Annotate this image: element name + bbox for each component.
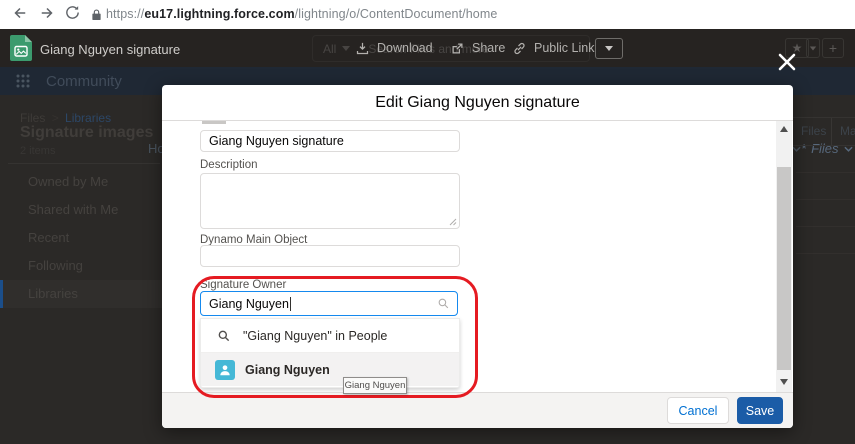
- download-button[interactable]: Download: [355, 29, 433, 67]
- selected-indicator: [0, 280, 3, 308]
- address-bar[interactable]: https://eu17.lightning.force.com/lightni…: [106, 7, 497, 21]
- dynamo-main-object-input[interactable]: [200, 245, 460, 267]
- app-launcher-waffle-icon[interactable]: [16, 74, 30, 88]
- owner-tooltip: Giang Nguyen: [343, 377, 407, 394]
- search-scope-label: All: [323, 41, 337, 56]
- breadcrumb: Files > Libraries: [20, 111, 111, 125]
- sidebar-divider: [8, 163, 160, 164]
- chevron-down-icon: [843, 146, 853, 152]
- url-scheme: https://: [106, 7, 145, 21]
- bg-tab-clipped[interactable]: Ma: [840, 124, 855, 138]
- table-row-line: [796, 253, 855, 254]
- tab-divider: [831, 118, 832, 145]
- file-preview-header: Giang Nguyen signature All Search Files …: [0, 29, 855, 67]
- download-label: Download: [377, 41, 433, 55]
- item-count: 2 items: [20, 145, 56, 157]
- sidebar-item-owned-by-me[interactable]: Owned by Me: [28, 168, 148, 196]
- breadcrumb-separator: >: [51, 111, 59, 125]
- close-icon[interactable]: [778, 53, 796, 71]
- clipped-field-label: [202, 121, 226, 124]
- public-link-label: Public Link: [534, 41, 595, 55]
- share-label: Share: [472, 41, 506, 55]
- cancel-button[interactable]: Cancel: [667, 397, 729, 424]
- bg-tab-files[interactable]: Files: [801, 124, 826, 138]
- modal-scrollbar[interactable]: [776, 121, 792, 392]
- tab-strip-border: [793, 145, 855, 146]
- breadcrumb-libraries-link[interactable]: Libraries: [65, 111, 111, 125]
- share-icon: [450, 41, 465, 56]
- table-row-line: [796, 172, 855, 173]
- sidebar-item-libraries-selected-row[interactable]: Libraries: [0, 280, 162, 308]
- scroll-down-icon[interactable]: [780, 379, 788, 385]
- description-label: Description: [200, 159, 258, 171]
- table-row-line: [796, 226, 855, 227]
- url-path: /lightning/o/ContentDocument/home: [294, 7, 498, 21]
- sidebar-item-recent[interactable]: Recent: [28, 224, 148, 252]
- sidebar-item-following[interactable]: Following: [28, 252, 148, 280]
- active-tab-marker: *: [801, 141, 807, 156]
- lock-icon: [91, 8, 102, 21]
- url-host: eu17.lightning.force.com: [144, 7, 295, 21]
- modal-header: Edit Giang Nguyen signature: [162, 85, 793, 121]
- save-button[interactable]: Save: [737, 397, 783, 424]
- breadcrumb-files-link[interactable]: Files: [20, 111, 45, 125]
- browser-reload-icon[interactable]: [64, 4, 81, 21]
- browser-back-icon[interactable]: [11, 4, 29, 22]
- description-textarea[interactable]: [200, 173, 460, 229]
- tab-strip-border: [793, 117, 855, 118]
- chevron-down-icon: [809, 46, 817, 50]
- browser-forward-icon[interactable]: [38, 4, 56, 22]
- file-title: Giang Nguyen signature: [40, 42, 181, 57]
- screen: https://eu17.lightning.force.com/lightni…: [0, 0, 855, 444]
- browser-toolbar: https://eu17.lightning.force.com/lightni…: [0, 0, 855, 29]
- chevron-down-icon: [342, 46, 351, 51]
- more-actions-button[interactable]: [595, 38, 623, 59]
- add-button[interactable]: +: [822, 38, 844, 58]
- scrollbar-thumb[interactable]: [777, 167, 791, 370]
- resize-handle[interactable]: [449, 218, 457, 226]
- share-button[interactable]: Share: [450, 29, 505, 67]
- favorites-menu-button[interactable]: [806, 38, 820, 58]
- chevron-down-icon: [792, 146, 801, 152]
- link-icon: [512, 41, 527, 56]
- sidebar-item-shared-with-me[interactable]: Shared with Me: [28, 196, 148, 224]
- nav-tab-files[interactable]: * Files: [801, 141, 853, 156]
- image-file-icon: [10, 35, 32, 61]
- red-highlight-annotation: [192, 276, 478, 398]
- public-link-button[interactable]: Public Link: [512, 29, 594, 67]
- library-page-title: Signature images: [20, 124, 154, 141]
- name-input[interactable]: [200, 130, 460, 152]
- app-name: Community: [46, 73, 122, 90]
- table-row-line: [796, 199, 855, 200]
- modal-title: Edit Giang Nguyen signature: [375, 93, 580, 111]
- chevron-down-icon: [605, 46, 613, 51]
- scroll-up-icon[interactable]: [780, 126, 788, 132]
- download-icon: [355, 41, 370, 56]
